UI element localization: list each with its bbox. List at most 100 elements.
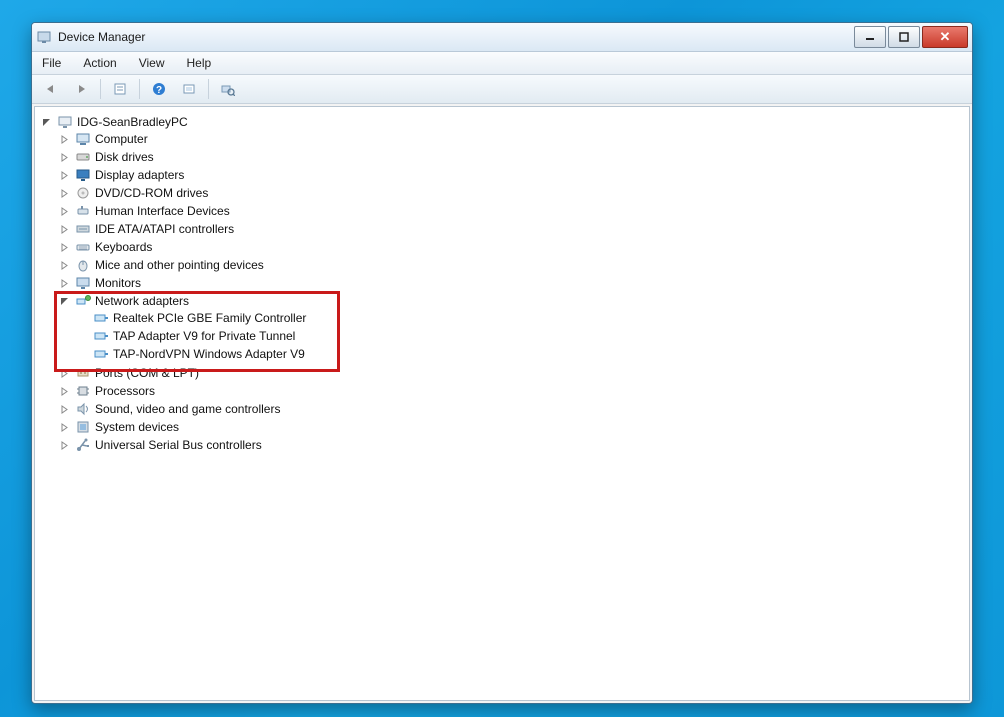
tree-expander-icon[interactable]: [41, 117, 51, 127]
minimize-button[interactable]: [854, 26, 886, 48]
tree-expander-icon[interactable]: [59, 440, 69, 450]
tree-category-node[interactable]: Sound, video and game controllers: [59, 401, 965, 417]
toolbar: ?: [32, 75, 972, 104]
tree-node-label: TAP-NordVPN Windows Adapter V9: [113, 347, 305, 361]
device-category-icon: [75, 131, 91, 147]
app-icon: [36, 29, 52, 45]
menu-help[interactable]: Help: [183, 54, 216, 72]
tree-category-node[interactable]: Disk drives: [59, 149, 965, 165]
tree-expander-icon[interactable]: [59, 188, 69, 198]
tree-node-label: System devices: [95, 420, 179, 434]
device-category-icon: [75, 365, 91, 381]
toolbar-separator: [139, 79, 140, 99]
device-category-icon: [75, 383, 91, 399]
tree-device-node[interactable]: TAP-NordVPN Windows Adapter V9: [77, 346, 965, 362]
menu-view[interactable]: View: [135, 54, 169, 72]
close-button[interactable]: ✕: [922, 26, 968, 48]
tree-node-label: DVD/CD-ROM drives: [95, 186, 208, 200]
tree-node-label: Processors: [95, 384, 155, 398]
device-tree-pane[interactable]: IDG-SeanBradleyPC Computer Disk drives Disp…: [34, 106, 970, 701]
tree-node-label: Monitors: [95, 276, 141, 290]
svg-text:?: ?: [156, 85, 162, 96]
device-category-icon: [75, 293, 91, 309]
tree-node-label: IDE ATA/ATAPI controllers: [95, 222, 234, 236]
device-category-icon: [75, 257, 91, 273]
window-title: Device Manager: [58, 30, 145, 44]
tree-node-label: Human Interface Devices: [95, 204, 230, 218]
tree-node-label: Mice and other pointing devices: [95, 258, 264, 272]
tree-node-label: TAP Adapter V9 for Private Tunnel: [113, 329, 295, 343]
tree-expander-icon[interactable]: [59, 296, 69, 306]
toolbar-help-button[interactable]: ?: [146, 77, 172, 101]
tree-category-node[interactable]: Monitors: [59, 275, 965, 291]
tree-category-node[interactable]: Universal Serial Bus controllers: [59, 437, 965, 453]
tree-category-node[interactable]: Mice and other pointing devices: [59, 257, 965, 273]
tree-expander-icon[interactable]: [59, 422, 69, 432]
network-adapter-icon: [93, 310, 109, 326]
toolbar-separator: [208, 79, 209, 99]
tree-expander-icon[interactable]: [59, 206, 69, 216]
network-adapter-icon: [93, 328, 109, 344]
device-category-icon: [75, 203, 91, 219]
tree-node-label: Sound, video and game controllers: [95, 402, 280, 416]
computer-icon: [57, 114, 73, 130]
tree-category-node[interactable]: Keyboards: [59, 239, 965, 255]
network-adapter-icon: [93, 346, 109, 362]
maximize-button[interactable]: [888, 26, 920, 48]
window-controls: ✕: [854, 26, 968, 48]
toolbar-properties-button[interactable]: [107, 77, 133, 101]
tree-node-label: Universal Serial Bus controllers: [95, 438, 262, 452]
tree-expander-icon[interactable]: [59, 368, 69, 378]
tree-device-node[interactable]: Realtek PCIe GBE Family Controller: [77, 310, 965, 326]
tree-expander-icon[interactable]: [59, 260, 69, 270]
tree-node-label: Realtek PCIe GBE Family Controller: [113, 311, 306, 325]
device-category-icon: [75, 401, 91, 417]
toolbar-back-button[interactable]: [38, 77, 64, 101]
tree-expander-icon[interactable]: [59, 242, 69, 252]
device-category-icon: [75, 437, 91, 453]
toolbar-refresh-button[interactable]: [215, 77, 241, 101]
tree-node-label: Ports (COM & LPT): [95, 366, 199, 380]
device-category-icon: [75, 221, 91, 237]
tree-expander-icon[interactable]: [59, 170, 69, 180]
tree-category-node[interactable]: DVD/CD-ROM drives: [59, 185, 965, 201]
tree-category-node[interactable]: System devices: [59, 419, 965, 435]
tree-expander-icon[interactable]: [59, 152, 69, 162]
tree-category-node[interactable]: Network adapters: [59, 293, 965, 309]
tree-category-node[interactable]: Computer: [59, 131, 965, 147]
device-category-icon: [75, 275, 91, 291]
tree-node-label: Display adapters: [95, 168, 184, 182]
tree-node-label: IDG-SeanBradleyPC: [77, 115, 188, 129]
device-tree: IDG-SeanBradleyPC Computer Disk drives Disp…: [39, 113, 965, 455]
tree-expander-icon[interactable]: [59, 404, 69, 414]
tree-category-node[interactable]: IDE ATA/ATAPI controllers: [59, 221, 965, 237]
tree-expander-icon[interactable]: [59, 134, 69, 144]
tree-device-node[interactable]: TAP Adapter V9 for Private Tunnel: [77, 328, 965, 344]
tree-category-node[interactable]: Display adapters: [59, 167, 965, 183]
tree-category-node[interactable]: Ports (COM & LPT): [59, 365, 965, 381]
toolbar-forward-button[interactable]: [68, 77, 94, 101]
menu-action[interactable]: Action: [79, 54, 120, 72]
tree-category-node[interactable]: Processors: [59, 383, 965, 399]
tree-node-label: Disk drives: [95, 150, 154, 164]
tree-node-label: Keyboards: [95, 240, 152, 254]
device-category-icon: [75, 239, 91, 255]
device-category-icon: [75, 419, 91, 435]
toolbar-separator: [100, 79, 101, 99]
tree-category-node[interactable]: Human Interface Devices: [59, 203, 965, 219]
device-category-icon: [75, 149, 91, 165]
tree-root-node[interactable]: IDG-SeanBradleyPC: [41, 114, 965, 130]
menubar: File Action View Help: [32, 52, 972, 75]
titlebar[interactable]: Device Manager ✕: [32, 23, 972, 52]
device-manager-window: Device Manager ✕ File Action View Help ?…: [31, 22, 973, 704]
device-category-icon: [75, 167, 91, 183]
tree-spacer: [77, 331, 87, 341]
tree-expander-icon[interactable]: [59, 278, 69, 288]
tree-expander-icon[interactable]: [59, 224, 69, 234]
tree-spacer: [77, 313, 87, 323]
tree-expander-icon[interactable]: [59, 386, 69, 396]
tree-node-label: Computer: [95, 132, 148, 146]
menu-file[interactable]: File: [38, 54, 65, 72]
toolbar-scan-button[interactable]: [176, 77, 202, 101]
tree-node-label: Network adapters: [95, 294, 189, 308]
